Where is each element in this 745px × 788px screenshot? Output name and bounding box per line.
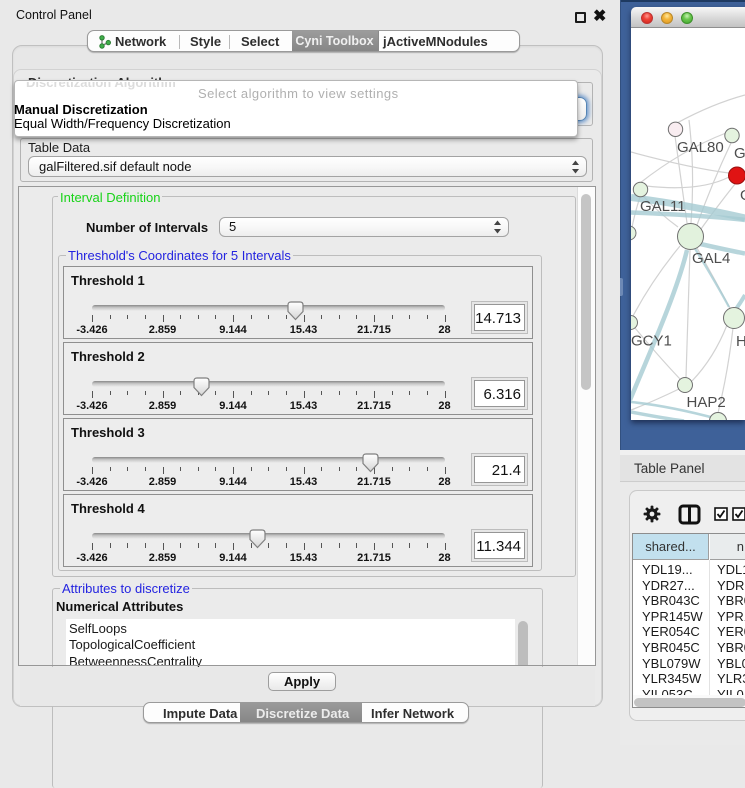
svg-text:GAL11: GAL11 — [640, 198, 686, 215]
svg-text:H: H — [736, 333, 745, 350]
svg-text:GCY1: GCY1 — [631, 333, 672, 350]
svg-text:G: G — [734, 145, 745, 162]
svg-text:GAL4: GAL4 — [692, 250, 730, 267]
svg-text:GAL80: GAL80 — [677, 139, 724, 156]
svg-text:HAP2: HAP2 — [687, 394, 726, 411]
svg-text:G: G — [740, 187, 745, 204]
